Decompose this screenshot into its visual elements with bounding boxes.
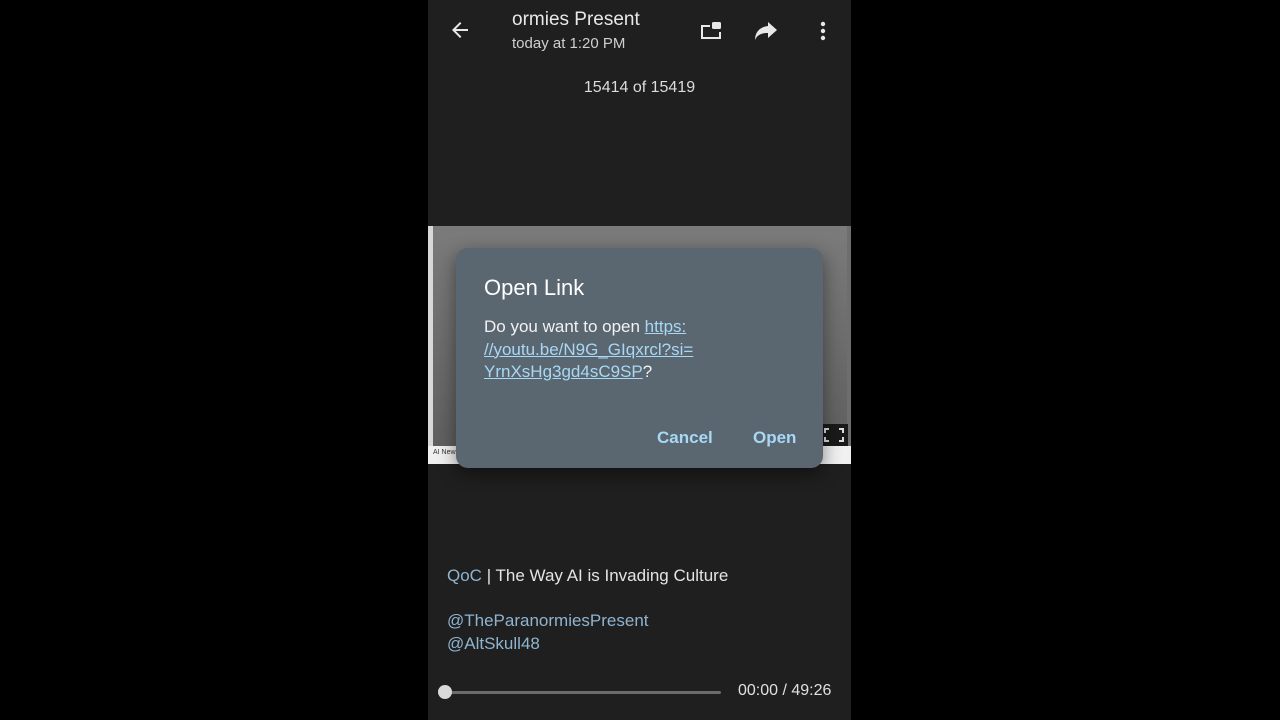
caption-separator: | bbox=[481, 566, 496, 585]
link-part-2: //youtu.be/N9G_GIqxrcl?si= bbox=[484, 339, 694, 359]
title-block: ormies Present today at 1:20 PM bbox=[512, 8, 662, 54]
more-vertical-icon bbox=[820, 21, 826, 41]
picture-in-picture-icon bbox=[698, 19, 724, 43]
video-frame-edge bbox=[428, 226, 433, 464]
top-app-bar: ormies Present today at 1:20 PM bbox=[428, 0, 851, 62]
seek-thumb[interactable] bbox=[438, 685, 452, 699]
link-part-1: https: bbox=[644, 317, 687, 336]
dialog-prompt: Do you want to open bbox=[484, 317, 645, 336]
arrow-left-icon bbox=[448, 18, 472, 42]
dialog-suffix: ? bbox=[642, 362, 653, 381]
chat-title: ormies Present bbox=[512, 9, 640, 30]
media-counter: 15414 of 15419 bbox=[583, 79, 696, 96]
playback-time: 00:00 / 49:26 bbox=[738, 682, 832, 699]
seek-track[interactable] bbox=[444, 691, 721, 694]
hashtag-link[interactable]: QoC bbox=[447, 566, 482, 585]
caption-headline: The Way AI is Invading Culture bbox=[495, 566, 729, 585]
dialog-title: Open Link bbox=[484, 275, 585, 300]
link-part-3: YrnXsHg3gd4sC9SP bbox=[484, 362, 643, 381]
fullscreen-button[interactable] bbox=[820, 424, 848, 446]
open-button[interactable]: Open bbox=[753, 428, 796, 448]
mention-link[interactable]: @TheParanormiesPresent bbox=[447, 610, 837, 633]
picture-in-picture-button[interactable] bbox=[694, 14, 728, 48]
mention-link[interactable]: @AltSkull48 bbox=[447, 633, 837, 656]
more-options-button[interactable] bbox=[806, 14, 840, 48]
back-button[interactable] bbox=[442, 12, 478, 48]
cancel-button[interactable]: Cancel bbox=[657, 428, 713, 448]
video-player-bar: 00:00 / 49:26 bbox=[428, 676, 851, 708]
caption-headline-line: QoC | The Way AI is Invading Culture bbox=[447, 565, 837, 588]
media-caption: QoC | The Way AI is Invading Culture @Th… bbox=[447, 565, 837, 655]
open-link-dialog: Open Link Do you want to open https: //yo… bbox=[456, 248, 823, 468]
viewer-screen: ormies Present today at 1:20 PM 15414 of… bbox=[428, 0, 851, 720]
dialog-message: Do you want to open https: //youtu.be/N9G… bbox=[484, 316, 804, 384]
share-arrow-icon bbox=[753, 20, 779, 42]
fullscreen-icon bbox=[820, 424, 848, 446]
message-timestamp: today at 1:20 PM bbox=[512, 35, 626, 52]
share-button[interactable] bbox=[748, 14, 784, 48]
